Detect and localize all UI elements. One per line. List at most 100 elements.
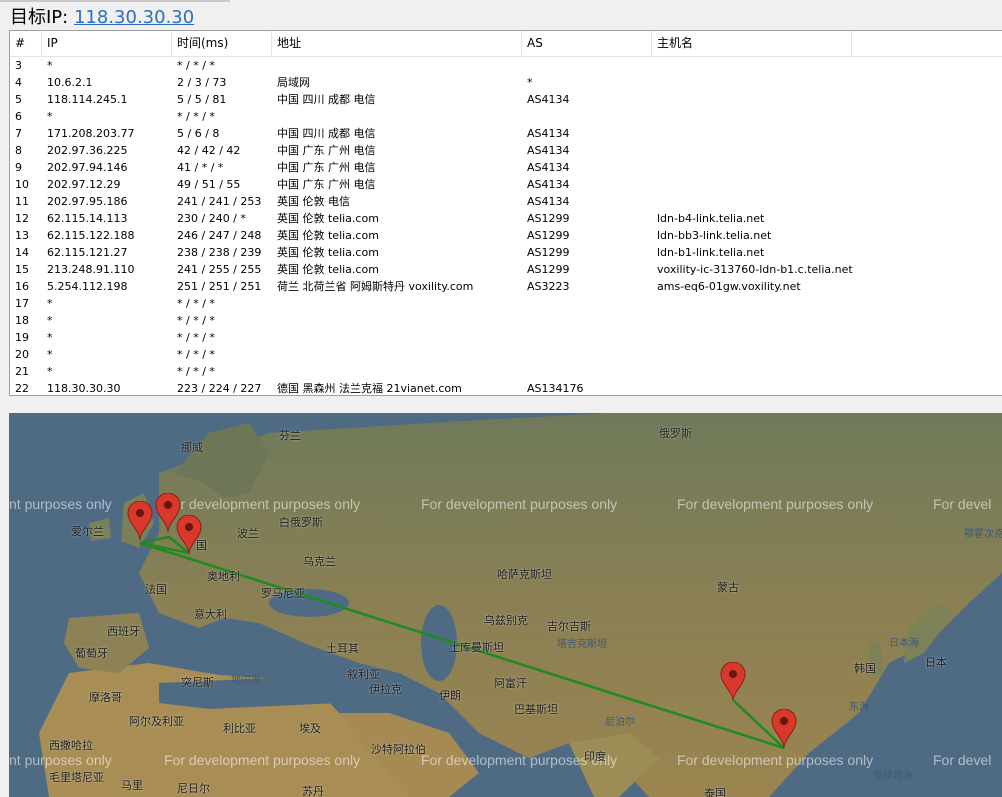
- map-label: 奥地利: [207, 570, 240, 583]
- cell-hop: 13: [15, 229, 29, 242]
- cell-time: 241 / 241 / 253: [177, 195, 262, 208]
- cell-address: 中国 广东 广州 电信: [277, 161, 376, 174]
- cell-as: [527, 108, 652, 125]
- location-pin-icon[interactable]: [176, 515, 202, 555]
- cell-ip: *: [47, 348, 53, 361]
- cell-ip: *: [47, 331, 53, 344]
- table-row[interactable]: 20 * * / * / *: [10, 346, 1002, 363]
- cell-address: [277, 57, 522, 74]
- table-row[interactable]: 8 202.97.36.225 42 / 42 / 42 中国 广东 广州 电信 AS4…: [10, 142, 1002, 159]
- cell-ip: 202.97.95.186: [47, 195, 128, 208]
- cell-time: 49 / 51 / 55: [177, 178, 241, 191]
- map-label: 日本海: [889, 638, 919, 649]
- cell-address: 荷兰 北荷兰省 阿姆斯特丹 voxility.com: [277, 280, 474, 293]
- cell-hop: 22: [15, 382, 29, 395]
- cell-hostname: [657, 91, 957, 108]
- watermark: For devel: [933, 496, 992, 512]
- map-label: 土库曼斯坦: [449, 641, 504, 654]
- cell-hop: 4: [15, 76, 22, 89]
- map-label: 巴基斯坦: [514, 703, 558, 716]
- table-row[interactable]: 4 10.6.2.1 2 / 3 / 73 局域网 *: [10, 74, 1002, 91]
- cell-ip: 62.115.14.113: [47, 212, 128, 225]
- map-label: 日本: [925, 656, 947, 669]
- cell-hop: 16: [15, 280, 29, 293]
- table-row[interactable]: 15 213.248.91.110 241 / 255 / 255 英国 伦敦 tel…: [10, 261, 1002, 278]
- cell-hop: 10: [15, 178, 29, 191]
- table-header: # IP 时间(ms) 地址 AS 主机名: [10, 31, 1002, 57]
- cell-hop: 11: [15, 195, 29, 208]
- location-pin-icon[interactable]: [771, 709, 797, 749]
- map-label: 尼日尔: [177, 782, 210, 795]
- cell-address: [277, 295, 522, 312]
- table-row[interactable]: 17 * * / * / *: [10, 295, 1002, 312]
- cell-as: [527, 312, 652, 329]
- title-label: 目标IP:: [10, 7, 69, 28]
- cell-as: AS4134: [527, 195, 570, 208]
- table-row[interactable]: 10 202.97.12.29 49 / 51 / 55 中国 广东 广州 电信 AS4…: [10, 176, 1002, 193]
- table-row[interactable]: 9 202.97.94.146 41 / * / * 中国 广东 广州 电信 AS413…: [10, 159, 1002, 176]
- watermark: nt purposes only: [9, 752, 112, 768]
- col-address[interactable]: 地址: [272, 31, 522, 56]
- cell-ip: *: [47, 365, 53, 378]
- col-hop[interactable]: #: [10, 31, 42, 56]
- map-label: 摩洛哥: [89, 691, 122, 704]
- watermark: For development purposes only: [677, 496, 874, 512]
- cell-address: 中国 四川 成都 电信: [277, 93, 376, 106]
- cell-time: 246 / 247 / 248: [177, 229, 262, 242]
- map-label sea: 吉尔吉斯: [547, 620, 591, 633]
- table-row[interactable]: 5 118.114.245.1 5 / 5 / 81 中国 四川 成都 电信 AS413…: [10, 91, 1002, 108]
- cell-hostname: [657, 380, 957, 395]
- table-row[interactable]: 13 62.115.122.188 246 / 247 / 248 英国 伦敦 tel…: [10, 227, 1002, 244]
- cell-hostname: ams-eq6-01gw.voxility.net: [657, 280, 801, 293]
- map-label: 毛里塔尼亚: [49, 771, 104, 784]
- table-row[interactable]: 14 62.115.121.27 238 / 238 / 239 英国 伦敦 teli…: [10, 244, 1002, 261]
- table-row[interactable]: 21 * * / * / *: [10, 363, 1002, 380]
- map-label: 伊朗: [439, 689, 461, 702]
- cell-time: 241 / 255 / 255: [177, 263, 262, 276]
- location-pin-icon[interactable]: [720, 662, 746, 702]
- cell-address: 英国 伦敦 telia.com: [277, 229, 379, 242]
- table-row[interactable]: 16 5.254.112.198 251 / 251 / 251 荷兰 北荷兰省 阿姆…: [10, 278, 1002, 295]
- col-hostname[interactable]: 主机名: [652, 31, 852, 56]
- cell-hostname: [657, 295, 957, 312]
- cell-address: 中国 四川 成都 电信: [277, 127, 376, 140]
- table-row[interactable]: 18 * * / * / *: [10, 312, 1002, 329]
- cell-address: [277, 108, 522, 125]
- cell-as: AS1299: [527, 246, 570, 259]
- table-row[interactable]: 3 * * / * / *: [10, 57, 1002, 74]
- cell-as: AS4134: [527, 178, 570, 191]
- table-row[interactable]: 6 * * / * / *: [10, 108, 1002, 125]
- map-label: 法国: [145, 583, 167, 596]
- col-ip[interactable]: IP: [42, 31, 172, 56]
- cell-as: AS4134: [527, 161, 570, 174]
- table-body: 3 * * / * / * 4 10.6.2.1 2 / 3 / 73 局域网 * 5 118.1…: [10, 57, 1002, 395]
- map-label: 伊拉克: [369, 683, 402, 696]
- cell-time: 42 / 42 / 42: [177, 144, 241, 157]
- map-label: 阿富汗: [494, 677, 527, 690]
- table-row[interactable]: 12 62.115.14.113 230 / 240 / * 英国 伦敦 telia.…: [10, 210, 1002, 227]
- target-ip-link[interactable]: 118.30.30.30: [74, 7, 194, 28]
- col-as[interactable]: AS: [522, 31, 652, 56]
- table-row[interactable]: 11 202.97.95.186 241 / 241 / 253 英国 伦敦 电信 AS…: [10, 193, 1002, 210]
- table-row[interactable]: 22 118.30.30.30 223 / 224 / 227 德国 黑森州 法兰克福…: [10, 380, 1002, 395]
- cell-hop: 6: [15, 110, 22, 123]
- watermark: For devel: [933, 752, 992, 768]
- map-label: 苏丹: [302, 785, 324, 797]
- cell-hop: 15: [15, 263, 29, 276]
- table-row[interactable]: 7 171.208.203.77 5 / 6 / 8 中国 四川 成都 电信 AS413…: [10, 125, 1002, 142]
- route-map[interactable]: nt purposes only For development purpose…: [9, 413, 1002, 797]
- table-row[interactable]: 19 * * / * / *: [10, 329, 1002, 346]
- map-label: 地中海: [231, 675, 261, 686]
- cell-hop: 8: [15, 144, 22, 157]
- cell-hostname: [657, 176, 957, 193]
- map-label: 白俄罗斯: [279, 516, 323, 529]
- cell-address: 英国 伦敦 telia.com: [277, 212, 379, 225]
- cell-hostname: ldn-b4-link.telia.net: [657, 212, 765, 225]
- cell-hostname: [657, 142, 957, 159]
- map-label: 利比亚: [223, 722, 256, 735]
- location-pin-icon[interactable]: [127, 501, 153, 541]
- cell-ip: *: [47, 314, 53, 327]
- cell-as: [527, 346, 652, 363]
- col-time[interactable]: 时间(ms): [172, 31, 272, 56]
- cell-ip: 213.248.91.110: [47, 263, 135, 276]
